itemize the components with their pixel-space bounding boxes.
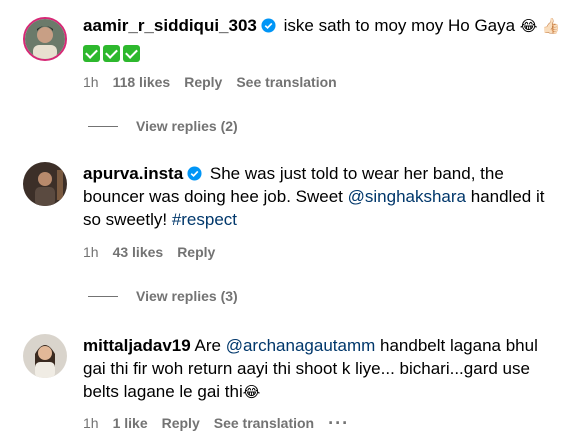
avatar[interactable] bbox=[23, 162, 67, 206]
likes-count[interactable]: 1 like bbox=[113, 415, 148, 431]
view-replies-button[interactable]: View replies (2) bbox=[88, 117, 238, 135]
emoji-laugh: 😂 bbox=[242, 384, 261, 401]
avatar[interactable] bbox=[23, 334, 67, 378]
divider-line bbox=[88, 125, 118, 127]
divider-line bbox=[88, 295, 118, 297]
avatar-image bbox=[23, 334, 67, 378]
mention-link[interactable]: @singhakshara bbox=[348, 187, 466, 206]
avatar[interactable] bbox=[23, 17, 67, 61]
check-emoji-icon bbox=[83, 45, 100, 62]
reply-button[interactable]: Reply bbox=[177, 244, 215, 260]
view-replies-label: View replies (2) bbox=[136, 118, 238, 134]
username[interactable]: aamir_r_siddiqui_303 bbox=[83, 16, 257, 35]
comment-body: iske sath to moy moy Ho Gaya bbox=[283, 16, 516, 35]
emoji-laugh-thumbs: 😂 👍🏻 bbox=[519, 18, 561, 35]
check-emoji-icon bbox=[123, 45, 140, 62]
timestamp: 1h bbox=[83, 74, 99, 90]
more-options-icon[interactable]: ··· bbox=[328, 413, 349, 434]
timestamp: 1h bbox=[83, 415, 99, 431]
likes-count[interactable]: 43 likes bbox=[113, 244, 164, 260]
comment-body-part-1: Are bbox=[194, 336, 226, 355]
avatar-image bbox=[23, 162, 67, 206]
comment-text: mittaljadav19 Are @archanagautamm handbe… bbox=[83, 334, 561, 404]
check-emojis bbox=[83, 42, 561, 65]
comment-meta: 1h 1 like Reply See translation ··· bbox=[83, 413, 363, 434]
comment-meta: 1h 43 likes Reply bbox=[83, 243, 229, 261]
username[interactable]: apurva.insta bbox=[83, 164, 183, 183]
see-translation-button[interactable]: See translation bbox=[236, 74, 336, 90]
verified-badge-icon bbox=[187, 166, 202, 181]
reply-button[interactable]: Reply bbox=[184, 74, 222, 90]
view-replies-label: View replies (3) bbox=[136, 288, 238, 304]
avatar-image bbox=[25, 19, 65, 59]
comment-text: apurva.insta She was just told to wear h… bbox=[83, 162, 561, 231]
verified-badge-icon bbox=[261, 18, 276, 33]
likes-count[interactable]: 118 likes bbox=[113, 74, 171, 90]
see-translation-button[interactable]: See translation bbox=[214, 415, 314, 431]
comment-text: aamir_r_siddiqui_303 iske sath to moy mo… bbox=[83, 14, 561, 65]
check-emoji-icon bbox=[103, 45, 120, 62]
mention-link[interactable]: @archanagautamm bbox=[226, 336, 376, 355]
view-replies-button[interactable]: View replies (3) bbox=[88, 287, 238, 305]
hashtag-link[interactable]: #respect bbox=[172, 210, 237, 229]
username[interactable]: mittaljadav19 bbox=[83, 336, 191, 355]
comment-meta: 1h 118 likes Reply See translation bbox=[83, 73, 351, 91]
reply-button[interactable]: Reply bbox=[162, 415, 200, 431]
timestamp: 1h bbox=[83, 244, 99, 260]
